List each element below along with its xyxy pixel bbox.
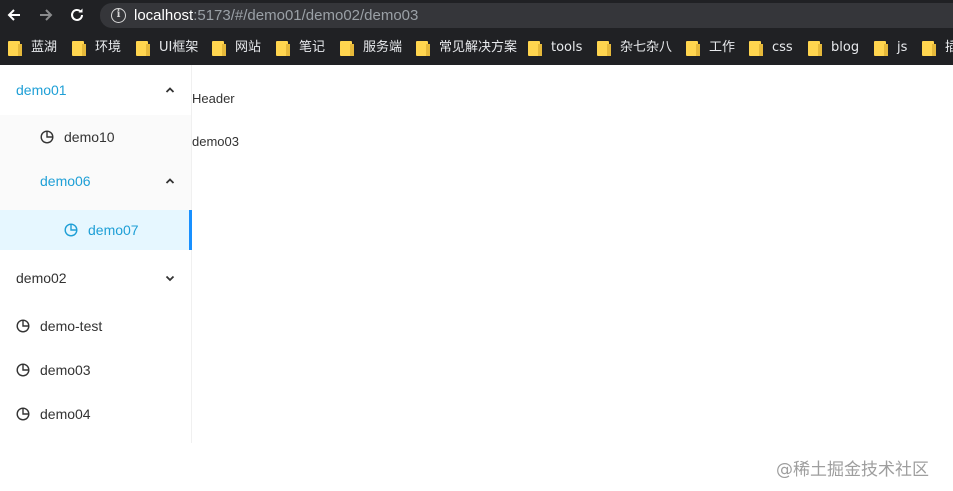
menu-item-demo03-label: demo03 <box>40 362 91 378</box>
menu-item-demo07-label: demo07 <box>88 222 139 238</box>
folder-icon <box>686 40 700 56</box>
folder-icon <box>212 40 226 56</box>
bookmark-folder[interactable]: 环境 <box>72 39 121 57</box>
pie-chart-icon <box>16 319 30 333</box>
arrow-left-icon <box>7 9 20 21</box>
folder-icon <box>922 40 936 56</box>
folder-icon <box>340 40 354 56</box>
bookmark-folder[interactable]: 笔记 <box>276 39 325 57</box>
url-text[interactable]: localhost:5173/#/demo01/demo02/demo03 <box>134 7 418 24</box>
pie-chart-icon <box>16 407 30 421</box>
address-bar[interactable]: i localhost:5173/#/demo01/demo02/demo03 <box>100 3 953 28</box>
bookmark-folder[interactable]: 网站 <box>212 39 261 57</box>
folder-icon <box>72 40 86 56</box>
submenu-demo02-label: demo02 <box>16 270 67 286</box>
submenu-demo06[interactable]: demo06 <box>0 159 191 203</box>
menu-item-demo-test-label: demo-test <box>40 318 103 334</box>
submenu-demo01-label: demo01 <box>16 82 67 98</box>
browser-toolbar: i localhost:5173/#/demo01/demo02/demo03 <box>0 0 953 31</box>
folder-icon <box>749 40 763 56</box>
bookmark-folder[interactable]: blog <box>808 39 859 57</box>
bookmark-folder[interactable]: 工作 <box>686 39 735 57</box>
bookmarks-bar: 蓝湖 环境 UI框架 网站 笔记 服务端 常见解决方案 tools 杂七杂八 工… <box>0 31 953 65</box>
folder-icon <box>808 40 822 56</box>
submenu-demo06-label: demo06 <box>40 173 91 189</box>
submenu-demo02[interactable]: demo02 <box>0 256 191 300</box>
menu-item-demo03[interactable]: demo03 <box>0 348 191 392</box>
bookmark-folder[interactable]: 杂七杂八 <box>597 39 672 57</box>
chevron-up-icon <box>165 178 175 184</box>
menu-item-demo-test[interactable]: demo-test <box>0 304 191 348</box>
folder-icon <box>276 40 290 56</box>
arrow-right-icon <box>40 9 53 21</box>
chevron-down-icon <box>165 275 175 282</box>
page-header: Header <box>192 91 235 106</box>
menu-item-demo04-label: demo04 <box>40 406 91 422</box>
chevron-up-icon <box>165 87 175 93</box>
sidebar-menu: demo01 demo10 demo06 demo07 demo02 demo-… <box>0 65 192 443</box>
menu-item-demo04[interactable]: demo04 <box>0 392 191 436</box>
bookmark-folder[interactable]: 插 <box>922 39 953 57</box>
back-button[interactable] <box>4 5 24 25</box>
menu-item-demo07[interactable]: demo07 <box>0 210 192 250</box>
bookmark-folder[interactable]: tools <box>528 39 582 57</box>
page-body-text: demo03 <box>192 134 239 149</box>
pie-chart-icon <box>16 363 30 377</box>
bookmark-folder[interactable]: 蓝湖 <box>8 39 57 57</box>
pie-chart-icon <box>40 130 54 144</box>
pie-chart-icon <box>64 223 78 237</box>
reload-icon <box>71 8 83 21</box>
bookmark-folder[interactable]: js <box>874 39 907 57</box>
bookmark-folder[interactable]: 常见解决方案 <box>416 39 517 57</box>
menu-item-demo10-label: demo10 <box>64 129 115 145</box>
folder-icon <box>416 40 430 56</box>
menu-item-demo10[interactable]: demo10 <box>0 115 191 159</box>
bookmark-folder[interactable]: UI框架 <box>136 39 198 57</box>
submenu-demo01[interactable]: demo01 <box>0 65 191 115</box>
folder-icon <box>136 40 150 56</box>
reload-button[interactable] <box>67 5 87 25</box>
folder-icon <box>8 40 22 56</box>
bookmark-folder[interactable]: css <box>749 39 793 57</box>
folder-icon <box>874 40 888 56</box>
watermark-text: @稀土掘金技术社区 <box>776 460 929 480</box>
info-icon[interactable]: i <box>111 8 126 23</box>
forward-button[interactable] <box>36 5 56 25</box>
bookmark-folder[interactable]: 服务端 <box>340 39 402 57</box>
folder-icon <box>597 40 611 56</box>
folder-icon <box>528 40 542 56</box>
